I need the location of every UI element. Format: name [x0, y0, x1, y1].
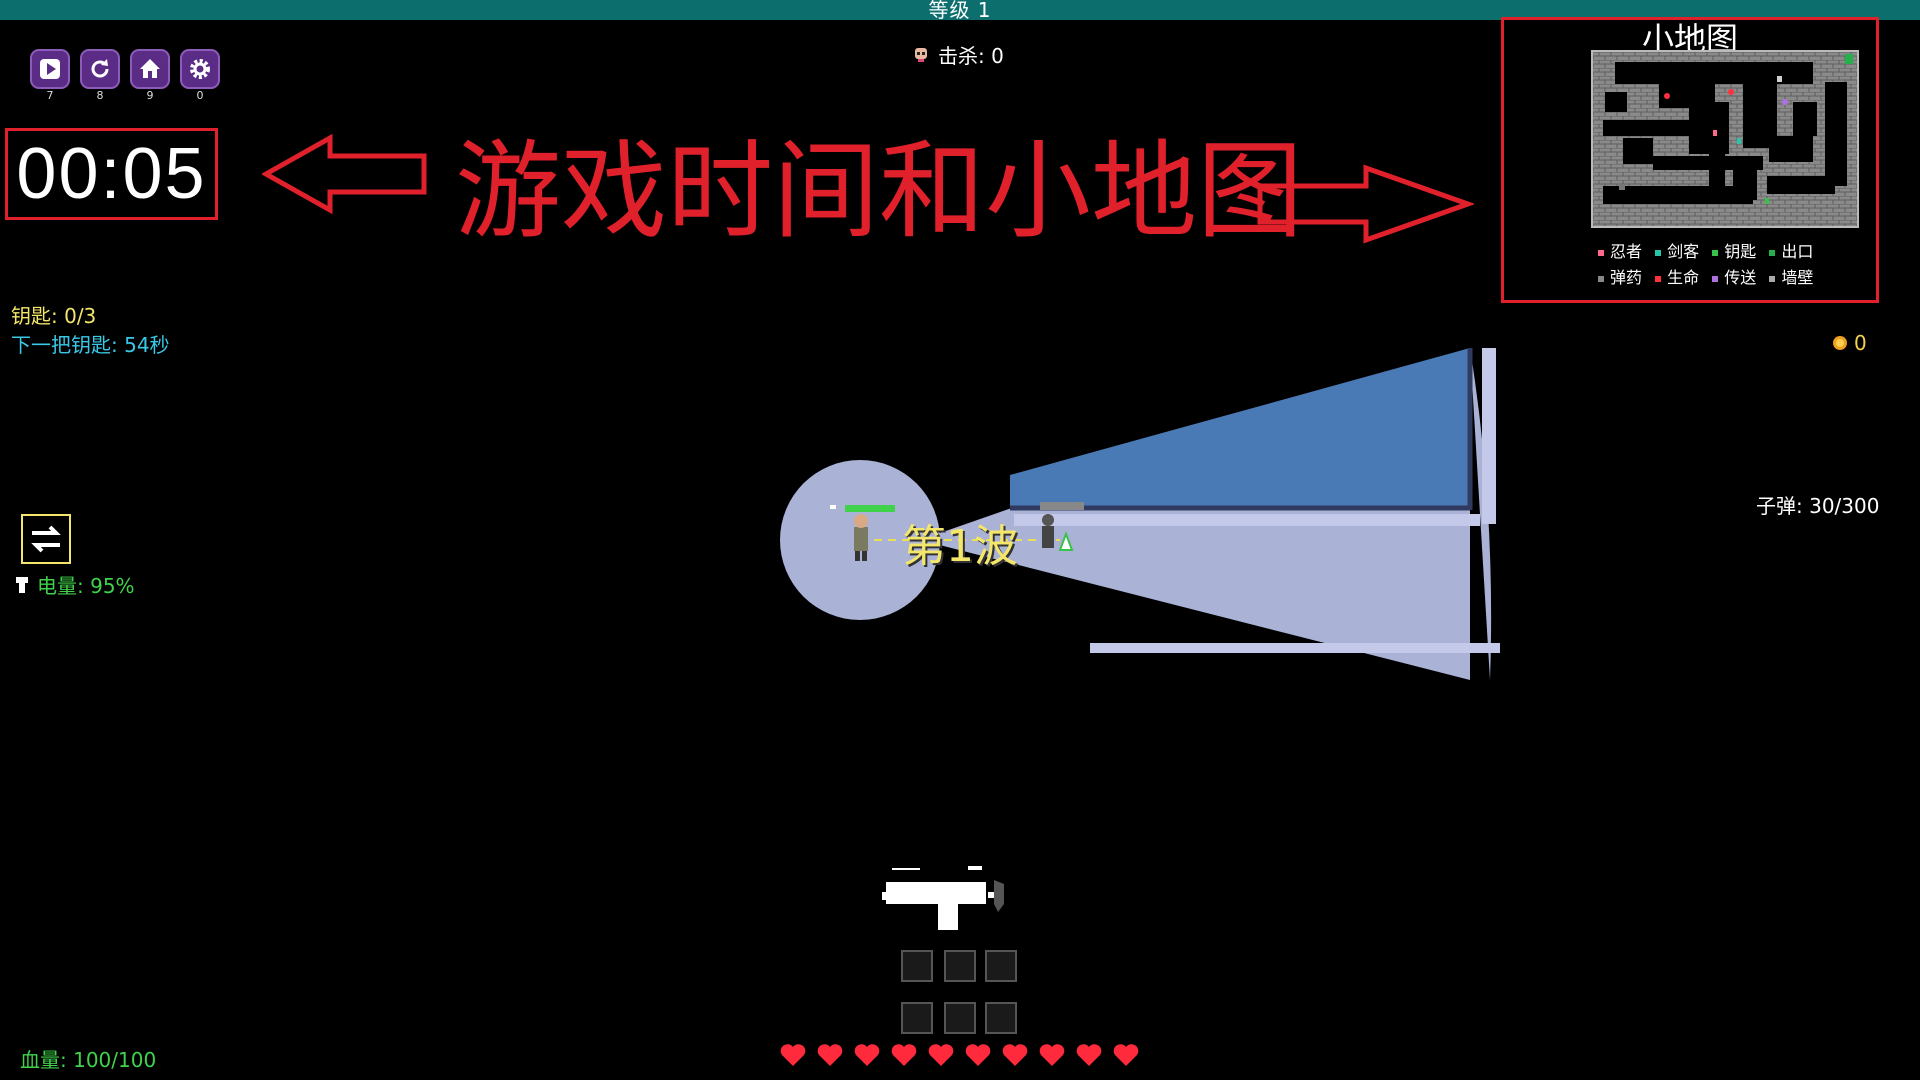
key-icon	[1712, 249, 1719, 256]
inventory-slot-4[interactable]	[901, 1002, 933, 1034]
floor-tiles	[1090, 643, 1500, 653]
settings-button[interactable]	[180, 49, 220, 89]
home-hotkey: 9	[146, 89, 154, 102]
minimap-legend-row-2: 弹药 生命 传送 墙壁	[1598, 264, 1821, 288]
minimap-ninja-marker	[1713, 130, 1717, 136]
exit-icon	[1769, 249, 1776, 256]
heart-icon	[1039, 1044, 1065, 1066]
level-label: 等级 1	[928, 0, 992, 22]
legend-portal: 传送	[1712, 264, 1756, 288]
heart-icon	[780, 1044, 806, 1066]
power-value: 电量: 95%	[37, 574, 135, 598]
kill-count-text: 击杀: 0	[938, 44, 1004, 68]
flashlight-icon	[16, 576, 28, 593]
heart-icon	[891, 1044, 917, 1066]
inventory-slot-1[interactable]	[901, 950, 933, 982]
play-icon	[40, 59, 60, 79]
inventory-slot-5[interactable]	[944, 1002, 976, 1034]
current-weapon	[882, 866, 1004, 930]
inventory-slot-3[interactable]	[985, 950, 1017, 982]
minimap-swordsman-marker	[1737, 138, 1741, 144]
knife-icon	[994, 880, 1004, 912]
wave-label: 第1波	[902, 521, 1018, 572]
restart-icon	[91, 59, 109, 78]
heart-icon	[1076, 1044, 1102, 1066]
heart-icon	[854, 1044, 880, 1066]
next-key-timer: 下一把钥匙: 54秒	[11, 333, 170, 357]
ammo-count: 子弹: 30/300	[1756, 494, 1880, 518]
home-icon	[140, 59, 160, 78]
settings-hotkey: 0	[196, 89, 204, 102]
heart-icon	[1002, 1044, 1028, 1066]
right-arrow-annotation	[1257, 164, 1474, 244]
heart-icon	[817, 1044, 843, 1066]
timer-value: 00:05	[16, 134, 207, 214]
swap-weapon-button[interactable]	[21, 514, 71, 564]
inventory-slot-2[interactable]	[944, 950, 976, 982]
player-light-icon	[830, 505, 836, 509]
ninja-icon	[1598, 249, 1604, 256]
portal-icon	[1712, 275, 1719, 282]
minimap-life-marker	[1728, 89, 1734, 95]
water-pool	[1010, 348, 1496, 526]
swap-icon	[31, 525, 61, 553]
legend-wall: 墙壁	[1769, 264, 1813, 288]
gear-icon	[190, 59, 210, 79]
heart-icon	[1113, 1044, 1139, 1066]
legend-ammo: 弹药	[1598, 264, 1642, 288]
power-meter: 电量: 95%	[13, 570, 135, 599]
minimap-canvas	[1593, 52, 1857, 226]
home-button[interactable]	[130, 49, 170, 89]
swordsman-icon	[1655, 249, 1662, 256]
player-health-bar	[845, 505, 895, 512]
minimap-life-marker	[1664, 93, 1670, 99]
life-icon	[1655, 275, 1662, 282]
key-count: 钥匙: 0/3	[11, 304, 97, 328]
game-timer: 00:05	[5, 128, 218, 220]
legend-key: 钥匙	[1712, 238, 1756, 262]
kill-counter: 击杀: 0	[912, 40, 1004, 69]
gun-icon	[886, 882, 986, 904]
restart-hotkey: 8	[96, 89, 104, 102]
minimap-ammo-marker	[1777, 76, 1782, 82]
legend-ninja: 忍者	[1598, 238, 1642, 262]
coin-counter: 0	[1832, 331, 1867, 355]
skull-icon	[915, 47, 927, 62]
minimap-portal-marker	[1782, 99, 1788, 105]
coin-icon	[1833, 336, 1847, 350]
play-button[interactable]	[30, 49, 70, 89]
coin-count: 0	[1854, 331, 1867, 355]
heart-icon	[928, 1044, 954, 1066]
play-hotkey: 7	[46, 89, 54, 102]
enemy-ammo-pickup	[1040, 502, 1084, 510]
legend-swordsman: 剑客	[1655, 238, 1699, 262]
restart-button[interactable]	[80, 49, 120, 89]
minimap	[1591, 50, 1859, 228]
wall-icon	[1769, 275, 1776, 282]
minimap-key-marker	[1765, 198, 1769, 204]
minimap-legend-row-1: 忍者 剑客 钥匙 出口	[1598, 238, 1821, 262]
heart-icon	[965, 1044, 991, 1066]
inventory-slot-6[interactable]	[985, 1002, 1017, 1034]
ammo-icon	[1598, 275, 1604, 282]
left-arrow-annotation	[262, 134, 427, 214]
minimap-ammo-marker	[1619, 184, 1625, 190]
legend-exit: 出口	[1769, 238, 1813, 262]
legend-life: 生命	[1655, 264, 1699, 288]
game-scene	[780, 348, 1500, 680]
annotation-text: 游戏时间和小地图	[455, 130, 1303, 253]
minimap-exit-marker	[1845, 54, 1853, 64]
health-text: 血量: 100/100	[20, 1048, 157, 1072]
